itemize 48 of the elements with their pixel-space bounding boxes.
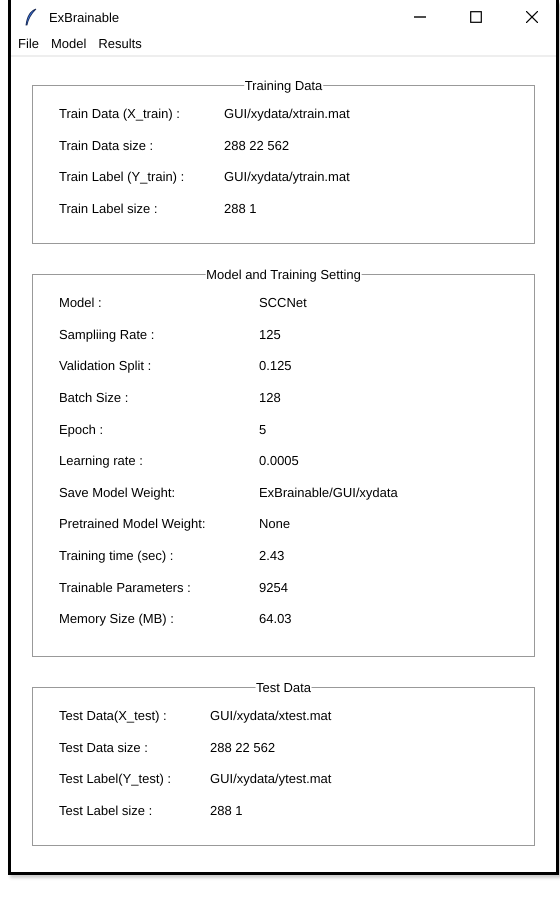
menu-item[interactable]: Results xyxy=(98,36,142,51)
group-title: Training Data xyxy=(244,78,324,93)
field-value: 125 xyxy=(259,326,281,342)
field-value: GUI/xydata/xtrain.mat xyxy=(224,106,350,122)
field-label: Training time (sec) : xyxy=(59,548,174,564)
field-value: GUI/xydata/ytrain.mat xyxy=(224,169,350,184)
group-title: Model and Training Setting xyxy=(205,267,362,282)
field-label: Save Model Weight: xyxy=(59,484,176,500)
field-label: Epoch : xyxy=(59,422,104,437)
field-value: SCCNet xyxy=(259,295,307,310)
field-label: Learning rate : xyxy=(59,453,144,468)
field-value: 288 22 562 xyxy=(224,138,290,153)
field-value: GUI/xydata/xtest.mat xyxy=(210,708,332,724)
field-value: 0.125 xyxy=(259,358,292,374)
field-value: 64.03 xyxy=(259,611,292,626)
field-value: 0.0005 xyxy=(259,453,299,468)
menu-item[interactable]: File xyxy=(18,36,39,51)
window-title: ExBrainable xyxy=(49,10,120,24)
field-label: Train Label size : xyxy=(59,201,159,216)
field-label: Test Data(X_test) : xyxy=(59,708,168,724)
field-label: Model : xyxy=(59,295,103,310)
feather-icon xyxy=(25,8,37,26)
field-label: Sampliing Rate : xyxy=(59,326,156,342)
field-value: 9254 xyxy=(259,580,288,595)
field-value: 288 1 xyxy=(210,803,243,818)
field-label: Pretrained Model Weight: xyxy=(59,516,206,532)
field-value: None xyxy=(259,516,290,532)
field-label: Train Label (Y_train) : xyxy=(59,169,186,184)
field-value: 2.43 xyxy=(259,548,284,564)
field-value: 128 xyxy=(259,390,281,406)
field-label: Train Data size : xyxy=(59,138,154,153)
menu-item[interactable]: Model xyxy=(50,36,86,51)
field-label: Train Data (X_train) : xyxy=(59,106,181,122)
field-value: 288 1 xyxy=(224,201,257,216)
field-label: Batch Size : xyxy=(59,390,130,406)
field-label: Test Data size : xyxy=(59,740,149,755)
field-label: Test Label size : xyxy=(59,803,154,818)
field-label: Trainable Parameters : xyxy=(59,580,192,595)
field-value: 288 22 562 xyxy=(210,740,276,755)
maximize-icon[interactable] xyxy=(470,11,482,23)
field-label: Test Label(Y_test) : xyxy=(59,771,172,786)
field-label: Validation Split : xyxy=(59,358,152,374)
field-label: Memory Size (MB) : xyxy=(59,611,175,626)
close-icon[interactable] xyxy=(526,11,538,23)
field-value: 5 xyxy=(259,422,266,437)
field-value: GUI/xydata/ytest.mat xyxy=(210,771,332,786)
group-title: Test Data xyxy=(255,680,312,695)
field-value: ExBrainable/GUI/xydata xyxy=(259,484,398,500)
